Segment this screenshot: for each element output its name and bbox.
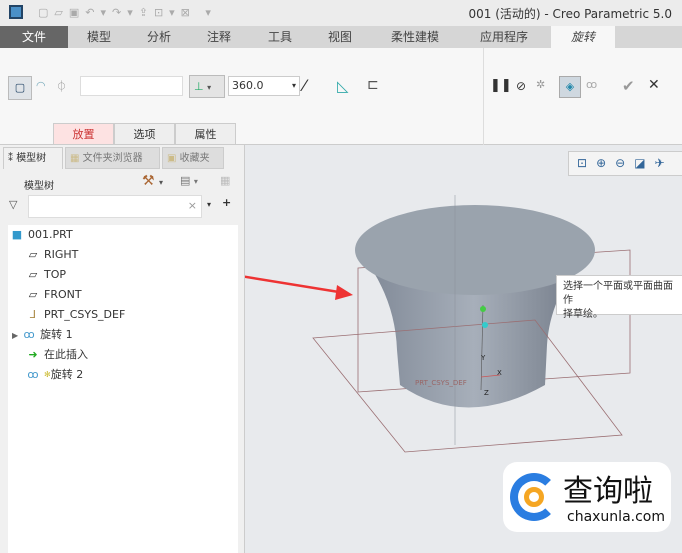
datum-plane-icon: ▱: [28, 288, 38, 301]
expand-arrow-icon[interactable]: ▶: [12, 331, 18, 340]
tree-item-csys[interactable]: ⅃ PRT_CSYS_DEF: [26, 305, 125, 325]
annotation-arrowhead: [335, 285, 353, 300]
tree-item-insert-here[interactable]: ➜ 在此插入: [26, 345, 88, 365]
tree-icon: ⁑: [8, 153, 17, 164]
tab-analysis[interactable]: 分析: [130, 26, 188, 48]
tree-item-front[interactable]: ▱ FRONT: [26, 285, 82, 305]
column-icon[interactable]: ▦: [220, 174, 230, 187]
revolve-icon: ꝏ: [23, 328, 35, 341]
chevron-down-icon: ▾: [291, 81, 296, 90]
drag-handle-green: [480, 306, 486, 312]
csys-label: PRT_CSYS_DEF: [415, 379, 467, 387]
axis-x-label: X: [497, 369, 502, 377]
ribbon-tabs: 文件 模型 分析 注释 工具 视图 柔性建模 应用程序 旋转: [0, 26, 682, 48]
angle-input[interactable]: 360.0 ▾: [228, 76, 300, 96]
tree-item-right[interactable]: ▱ RIGHT: [26, 245, 79, 265]
angle-value: 360.0: [232, 79, 264, 92]
tooltip: 选择一个平面或平面曲面作 择草绘。: [556, 275, 682, 320]
datum-plane-icon: ▱: [28, 248, 38, 261]
revolve-icon: ꝏ: [27, 368, 39, 381]
watermark-url: chaxunla.com: [567, 509, 665, 525]
remove-material-icon[interactable]: ◺: [337, 77, 349, 95]
subtab-options[interactable]: 选项: [114, 123, 175, 145]
tree-item-revolve-2[interactable]: ꝏ ✻旋转 2: [26, 365, 83, 385]
part-icon: ■: [11, 228, 23, 241]
tab-flexible-modeling[interactable]: 柔性建模: [370, 26, 460, 48]
show-icon[interactable]: ▤ ▾: [180, 174, 198, 187]
panel-tab-folder-browser[interactable]: ▦ 文件夹浏览器: [65, 147, 160, 169]
tab-revolve[interactable]: 旋转: [551, 26, 615, 48]
datum-plane-icon: ▱: [28, 268, 38, 281]
favorites-icon: ▣: [167, 153, 180, 164]
model-tree-panel: ⁑ 模型树 ▦ 文件夹浏览器 ▣ 收藏夹 模型树 ⚒ ▾ ▤ ▾ ▦ ▽ × ▾…: [0, 145, 245, 553]
tree-item-top[interactable]: ▱ TOP: [26, 265, 66, 285]
tooltip-line-1: 选择一个平面或平面曲面作: [563, 281, 673, 306]
subtab-properties[interactable]: 属性: [175, 123, 236, 145]
glasses-icon[interactable]: ꝏ: [586, 78, 597, 91]
folder-icon: ▦: [70, 153, 83, 164]
cancel-button[interactable]: ✕: [648, 77, 660, 93]
ok-button[interactable]: ✔: [622, 77, 635, 95]
tab-tools[interactable]: 工具: [250, 26, 310, 48]
clear-icon[interactable]: ×: [188, 199, 197, 212]
solid-button[interactable]: ▢: [8, 76, 32, 100]
thicken-icon[interactable]: ⊏: [367, 77, 379, 93]
annotation-arrow: [245, 275, 346, 295]
search-input[interactable]: ×: [28, 195, 202, 218]
drag-handle-cyan: [482, 322, 488, 328]
revolve-ribbon: ▢ ◠ ⏀ ⊥ ▾ 360.0 ▾ ⁄ ◺ ⊏ ❚❚ ⊘ ✲ ◈ ꝏ ✔ ✕ 放置…: [0, 48, 682, 145]
tab-view[interactable]: 视图: [310, 26, 370, 48]
divider: [483, 48, 484, 145]
title-bar: ▢▱▣↶▾↷▾⇪⊡▾⊠ ▾ 001 (活动的) - Creo Parametri…: [0, 0, 682, 26]
watermark: 查询啦 chaxunla.com: [503, 462, 671, 532]
axis-input[interactable]: [80, 76, 183, 96]
no-preview-icon[interactable]: ⊘: [516, 79, 526, 93]
quick-access-toolbar[interactable]: ▢▱▣↶▾↷▾⇪⊡▾⊠ ▾: [38, 6, 248, 20]
panel-header: 模型树: [24, 181, 54, 192]
watermark-text: 查询啦: [563, 474, 653, 509]
new-feature-icon: ✻: [44, 370, 51, 379]
app-icon: [9, 5, 23, 19]
tab-model[interactable]: 模型: [68, 26, 130, 48]
subtab-placement[interactable]: 放置: [53, 123, 114, 145]
tab-applications[interactable]: 应用程序: [460, 26, 548, 48]
panel-tab-model-tree[interactable]: ⁑ 模型树: [3, 147, 63, 169]
preview-icon[interactable]: ✲: [536, 78, 545, 91]
filter-icon[interactable]: ▽: [9, 198, 17, 211]
search-options-dropdown[interactable]: ▾: [207, 200, 211, 209]
add-icon[interactable]: +: [222, 196, 231, 209]
settings-tools-icon[interactable]: ⚒ ▾: [142, 173, 163, 189]
insert-arrow-icon: ➜: [28, 348, 38, 361]
window-title: 001 (活动的) - Creo Parametric 5.0: [468, 7, 672, 21]
angle-type-dropdown[interactable]: ⊥ ▾: [189, 75, 225, 98]
model-tree: ■ 001.PRT ▱ RIGHT ▱ TOP ▱ FRONT ⅃ PRT_CSYS_DE…: [8, 225, 238, 553]
panel-tab-favorites[interactable]: ▣ 收藏夹: [162, 147, 224, 169]
axis-button[interactable]: ⏀: [56, 78, 67, 94]
csys-icon: ⅃: [29, 308, 37, 321]
watermark-logo-icon: [510, 473, 558, 521]
tab-annotate[interactable]: 注释: [188, 26, 250, 48]
tab-file[interactable]: 文件: [0, 26, 68, 48]
verify-button[interactable]: ◈: [559, 76, 581, 98]
tooltip-line-2: 择草绘。: [563, 309, 603, 320]
axis-y-label: Y: [480, 354, 486, 362]
tree-item-part[interactable]: ■ 001.PRT: [10, 225, 73, 245]
axis-z-label: Z: [484, 389, 489, 397]
pause-button[interactable]: ❚❚: [490, 78, 512, 93]
flip-direction-icon[interactable]: ⁄: [303, 76, 306, 95]
tree-item-revolve-1[interactable]: ▶ ꝏ 旋转 1: [12, 325, 73, 345]
surface-button[interactable]: ◠: [36, 79, 46, 92]
